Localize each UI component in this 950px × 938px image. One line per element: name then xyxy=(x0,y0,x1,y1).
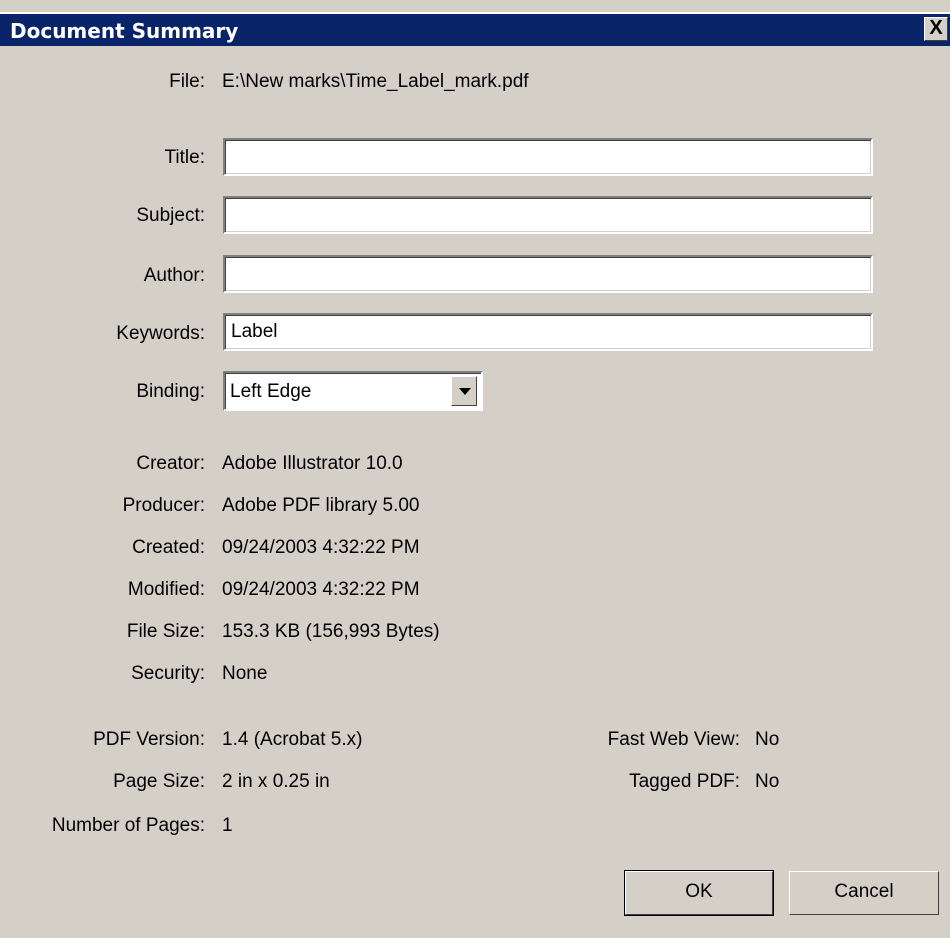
pdf-version-value: 1.4 (Acrobat 5.x) xyxy=(222,729,363,750)
binding-select[interactable]: Left Edge xyxy=(223,371,483,411)
producer-value: Adobe PDF library 5.00 xyxy=(222,495,420,516)
modified-value: 09/24/2003 4:32:22 PM xyxy=(222,579,420,600)
file-label: File: xyxy=(169,71,205,92)
close-icon: X xyxy=(929,17,943,39)
binding-label: Binding: xyxy=(136,381,205,402)
fast-web-view-value: No xyxy=(755,729,780,750)
number-of-pages-value: 1 xyxy=(222,815,233,836)
keywords-label: Keywords: xyxy=(116,323,205,344)
binding-selected-value: Left Edge xyxy=(230,381,312,402)
title-label: Title: xyxy=(164,147,205,168)
author-label: Author: xyxy=(143,265,205,286)
number-of-pages-label: Number of Pages: xyxy=(51,815,205,836)
created-value: 09/24/2003 4:32:22 PM xyxy=(222,537,420,558)
cancel-button[interactable]: Cancel xyxy=(789,871,939,915)
pdf-version-label: PDF Version: xyxy=(93,729,205,750)
document-summary-dialog: Document Summary X File: E:\New marks\Ti… xyxy=(0,0,950,938)
title-bar[interactable]: Document Summary X xyxy=(0,12,950,46)
subject-label: Subject: xyxy=(136,205,205,226)
tagged-pdf-label: Tagged PDF: xyxy=(629,771,740,792)
tagged-pdf-value: No xyxy=(755,771,780,792)
file-size-value: 153.3 KB (156,993 Bytes) xyxy=(222,621,440,642)
dialog-title: Document Summary xyxy=(10,19,239,43)
chevron-down-icon[interactable] xyxy=(451,376,477,406)
created-label: Created: xyxy=(132,537,205,558)
file-path: E:\New marks\Time_Label_mark.pdf xyxy=(222,71,529,92)
author-field[interactable] xyxy=(223,255,873,293)
subject-field[interactable] xyxy=(223,196,873,234)
fast-web-view-label: Fast Web View: xyxy=(607,729,740,750)
ok-button[interactable]: OK xyxy=(624,870,774,916)
security-value: None xyxy=(222,663,268,684)
file-size-label: File Size: xyxy=(126,621,205,642)
page-size-label: Page Size: xyxy=(113,771,205,792)
creator-value: Adobe Illustrator 10.0 xyxy=(222,453,403,474)
close-button[interactable]: X xyxy=(924,17,948,41)
title-field[interactable] xyxy=(223,138,873,176)
producer-label: Producer: xyxy=(122,495,205,516)
security-label: Security: xyxy=(131,663,205,684)
modified-label: Modified: xyxy=(127,579,205,600)
keywords-field[interactable] xyxy=(223,313,873,351)
page-size-value: 2 in x 0.25 in xyxy=(222,771,330,792)
creator-label: Creator: xyxy=(136,453,205,474)
